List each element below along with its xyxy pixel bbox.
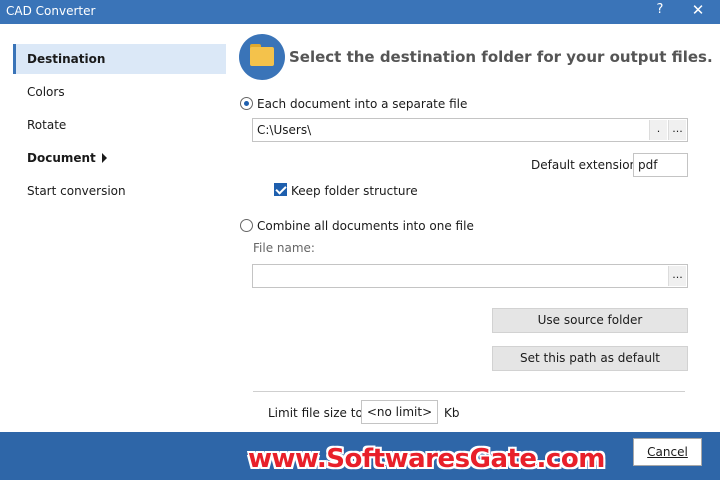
- cancel-label: Cancel: [647, 445, 688, 459]
- file-name-label: File name:: [253, 241, 315, 255]
- sidebar-item-label: Rotate: [27, 118, 67, 132]
- default-extension-input[interactable]: pdf: [633, 153, 688, 177]
- page-title: Select the destination folder for your o…: [289, 48, 713, 66]
- keep-folder-structure-checkbox[interactable]: [274, 183, 287, 196]
- destination-path-value: C:\Users\: [257, 123, 312, 137]
- destination-panel: Select the destination folder for your o…: [232, 28, 713, 430]
- divider: [253, 391, 685, 392]
- help-icon[interactable]: ?: [653, 2, 667, 17]
- sidebar-item-label: Colors: [27, 85, 65, 99]
- default-extension-value: pdf: [638, 158, 658, 172]
- combine-files-radio[interactable]: [240, 219, 253, 232]
- folder-icon: [239, 34, 285, 80]
- sidebar-item-colors[interactable]: Colors: [13, 77, 226, 107]
- file-name-input[interactable]: ...: [252, 264, 688, 288]
- close-icon[interactable]: ✕: [690, 1, 706, 19]
- set-default-path-button[interactable]: Set this path as default: [492, 346, 688, 371]
- limit-file-size-input[interactable]: <no limit>: [361, 400, 438, 424]
- destination-path-input[interactable]: C:\Users\ . ...: [252, 118, 688, 142]
- sidebar-item-label: Document: [27, 151, 96, 165]
- combine-files-label: Combine all documents into one file: [257, 219, 474, 233]
- window-title: CAD Converter: [6, 4, 96, 18]
- sidebar: Destination Colors Rotate Document Start…: [8, 34, 230, 430]
- limit-file-size-value: <no limit>: [366, 405, 433, 419]
- dot-button[interactable]: .: [649, 120, 667, 140]
- separate-files-radio[interactable]: [240, 97, 253, 110]
- separate-files-label: Each document into a separate file: [257, 97, 468, 111]
- keep-folder-structure-label: Keep folder structure: [291, 184, 418, 198]
- default-extension-label: Default extension:: [531, 158, 642, 172]
- file-name-browse-button[interactable]: ...: [668, 266, 686, 286]
- use-source-folder-button[interactable]: Use source folder: [492, 308, 688, 333]
- sidebar-item-label: Start conversion: [27, 184, 126, 198]
- sidebar-item-document[interactable]: Document: [13, 143, 226, 173]
- limit-unit-label: Kb: [444, 406, 460, 420]
- browse-button[interactable]: ...: [668, 120, 686, 140]
- sidebar-item-rotate[interactable]: Rotate: [13, 110, 226, 140]
- title-bar: CAD Converter ? ✕: [0, 0, 720, 24]
- limit-file-size-label: Limit file size to:: [268, 406, 367, 420]
- sidebar-item-label: Destination: [27, 52, 106, 66]
- sidebar-item-destination[interactable]: Destination: [13, 44, 226, 74]
- sidebar-item-start-conversion[interactable]: Start conversion: [13, 176, 226, 206]
- watermark-text: www.SoftwaresGate.com: [248, 444, 605, 474]
- submenu-arrow-icon: [101, 152, 107, 163]
- cancel-button[interactable]: Cancel: [633, 438, 702, 466]
